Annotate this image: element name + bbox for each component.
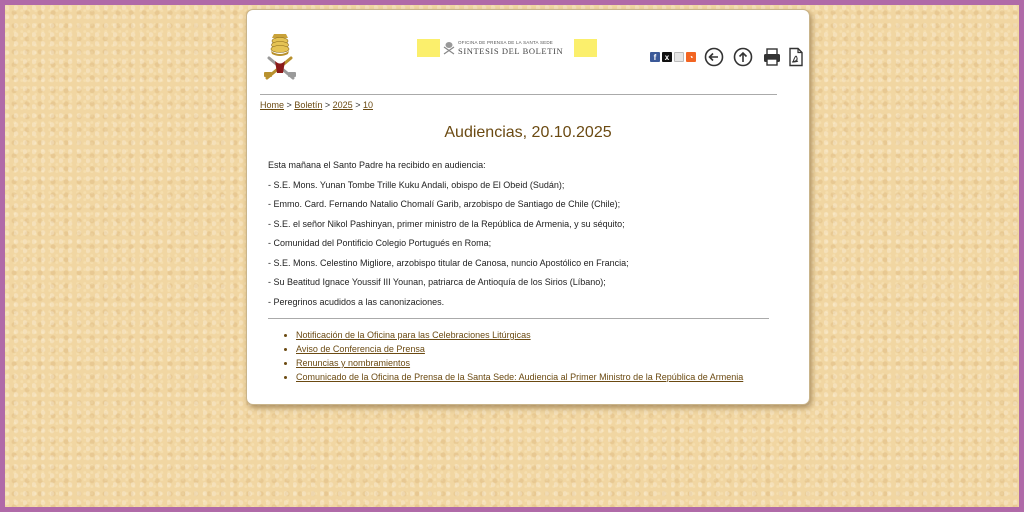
up-arrow-icon[interactable]	[733, 47, 753, 67]
header-divider	[260, 94, 777, 95]
boletin-banner[interactable]: OFICINA DE PRENSA DE LA SANTA SEDE SINTE…	[417, 39, 597, 57]
related-link-renuncias[interactable]: Renuncias y nombramientos	[296, 358, 410, 368]
toolbar: f x ◔	[650, 46, 806, 68]
banner-emblem-icon	[443, 42, 455, 55]
banner-yellow-stripe-right	[574, 39, 597, 57]
breadcrumb-separator: >	[324, 100, 331, 110]
audience-item: - S.E. el señor Nikol Pashinyan, primer …	[268, 218, 625, 229]
audience-item: - Su Beatitud Ignace Youssif III Younan,…	[268, 277, 606, 287]
audience-item: - S.E. Mons. Celestino Migliore, arzobis…	[268, 257, 629, 268]
audience-item: - Emmo. Card. Fernando Natalio Chomalí G…	[268, 199, 621, 209]
related-link-comunicado[interactable]: Comunicado de la Oficina de Prensa de la…	[296, 372, 743, 382]
banner-line-1: OFICINA DE PRENSA DE LA SANTA SEDE	[458, 40, 553, 45]
x-icon[interactable]: x	[662, 52, 672, 62]
facebook-icon[interactable]: f	[650, 52, 660, 62]
breadcrumb-home-link[interactable]: Home	[260, 100, 284, 110]
page-title: Audiencias, 20.10.2025	[444, 124, 612, 141]
content-divider	[268, 318, 769, 319]
papal-emblem-icon	[264, 34, 296, 80]
audience-item: - Comunidad del Pontificio Colegio Portu…	[268, 238, 492, 248]
audience-item: - S.E. Mons. Yunan Tombe Trille Kuku And…	[268, 179, 565, 190]
related-link-notificacion[interactable]: Notificación de la Oficina para las Cele…	[296, 330, 531, 340]
related-link-item: Renuncias y nombramientos	[296, 356, 743, 370]
intro-paragraph: Esta mañana el Santo Padre ha recibido e…	[268, 160, 486, 170]
breadcrumb-separator: >	[355, 100, 361, 110]
audience-item: - Peregrinos acudidos a las canonizacion…	[268, 296, 445, 307]
pdf-icon[interactable]	[786, 47, 806, 67]
breadcrumb-year-link[interactable]: 2025	[333, 100, 353, 110]
back-arrow-icon[interactable]	[704, 47, 724, 67]
breadcrumb-separator: >	[286, 100, 292, 110]
rss-icon[interactable]: ◔	[686, 52, 696, 62]
related-link-item: Aviso de Conferencia de Prensa	[296, 342, 743, 356]
print-icon[interactable]	[762, 47, 782, 67]
breadcrumb: Home > Boletín > 2025 > 10	[260, 100, 373, 110]
content-card: OFICINA DE PRENSA DE LA SANTA SEDE SINTE…	[246, 9, 810, 405]
related-link-item: Comunicado de la Oficina de Prensa de la…	[296, 370, 743, 384]
banner-text-area: OFICINA DE PRENSA DE LA SANTA SEDE SINTE…	[440, 39, 574, 57]
related-link-item: Notificación de la Oficina para las Cele…	[296, 328, 743, 342]
banner-yellow-stripe-left	[417, 39, 440, 57]
email-icon[interactable]	[674, 52, 684, 62]
related-links-list: Notificación de la Oficina para las Cele…	[279, 328, 743, 384]
breadcrumb-boletin-link[interactable]: Boletín	[294, 100, 322, 110]
related-link-aviso-conferencia[interactable]: Aviso de Conferencia de Prensa	[296, 344, 425, 354]
article-body: Esta mañana el Santo Padre ha recibido e…	[268, 161, 778, 317]
breadcrumb-month-link[interactable]: 10	[363, 100, 373, 110]
banner-line-2: SINTESIS DEL BOLETIN	[458, 45, 564, 56]
